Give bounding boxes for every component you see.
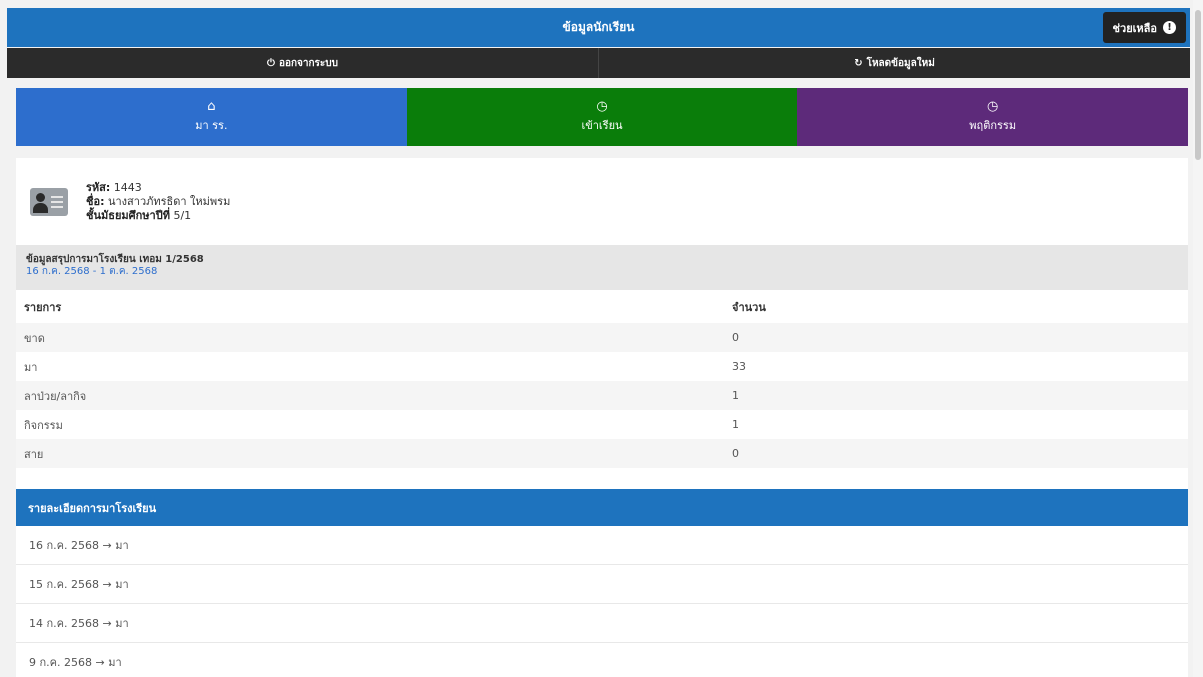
- tab-label: พฤติกรรม: [969, 119, 1017, 132]
- detail-header: รายละเอียดการมาโรงเรียน: [16, 489, 1188, 526]
- help-button[interactable]: ช่วยเหลือ !: [1102, 12, 1186, 43]
- main-tabs: ⌂ มา รร. ◷ เข้าเรียน ◷ พฤติกรรม: [16, 88, 1189, 146]
- row-label: ลาป่วย/ลากิจ: [24, 389, 87, 403]
- list-item: 15 ก.ค. 2568 → มา: [16, 565, 1188, 604]
- summary-title: ข้อมูลสรุปการมาโรงเรียน เทอม 1/2568: [26, 254, 204, 265]
- reload-label: โหลดข้อมูลใหม่: [866, 57, 935, 69]
- page-scrollbar[interactable]: [1193, 0, 1203, 677]
- student-name-label: ชื่อ:: [86, 194, 105, 208]
- reload-button[interactable]: ↻ โหลดข้อมูลใหม่: [599, 48, 1190, 78]
- tab-attendance-school[interactable]: ⌂ มา รร.: [16, 88, 407, 146]
- table-row: ลาป่วย/ลากิจ 1: [16, 381, 1188, 410]
- student-class-label: ชั้นมัธยมศึกษาปีที่: [86, 208, 170, 222]
- list-item: 14 ก.ค. 2568 → มา: [16, 604, 1188, 643]
- student-info: รหัส: 1443 ชื่อ: นางสาวภัทรธิดา ใหม่พรม …: [86, 181, 230, 223]
- list-item: 16 ก.ค. 2568 → มา: [16, 526, 1188, 565]
- table-row: ขาด 0: [16, 323, 1188, 352]
- student-id: 1443: [113, 180, 142, 194]
- table-row: กิจกรรม 1: [16, 410, 1188, 439]
- refresh-icon: ↻: [854, 57, 863, 69]
- id-card-icon: [30, 187, 68, 216]
- student-class: 5/1: [173, 208, 192, 222]
- row-label: มา: [24, 360, 38, 374]
- table-row: มา 33: [16, 352, 1188, 381]
- power-icon: ⏻: [267, 57, 275, 69]
- row-value: 1: [732, 389, 739, 402]
- summary-table: รายการ จำนวน ขาด 0 มา 33 ลาป่วย/ลากิจ 1 …: [16, 290, 1188, 468]
- row-value: 33: [732, 360, 746, 373]
- row-value: 1: [732, 418, 739, 431]
- list-item: 9 ก.ค. 2568 → มา: [16, 643, 1188, 677]
- student-card: รหัส: 1443 ชื่อ: นางสาวภัทรธิดา ใหม่พรม …: [16, 158, 1188, 245]
- tab-behavior[interactable]: ◷ พฤติกรรม: [797, 88, 1189, 146]
- tab-label: มา รร.: [195, 119, 228, 132]
- row-value: 0: [732, 331, 739, 344]
- table-row: สาย 0: [16, 439, 1188, 468]
- tab-class-attendance[interactable]: ◷ เข้าเรียน: [406, 88, 798, 146]
- col-count-header: จำนวน: [732, 300, 766, 314]
- page-title: ข้อมูลนักเรียน: [562, 20, 635, 34]
- student-id-label: รหัส:: [86, 180, 111, 194]
- detail-list: 16 ก.ค. 2568 → มา 15 ก.ค. 2568 → มา 14 ก…: [16, 526, 1188, 677]
- info-circle-icon: !: [1163, 21, 1176, 34]
- row-label: สาย: [24, 447, 44, 461]
- row-label: ขาด: [24, 331, 45, 345]
- student-name: นางสาวภัทรธิดา ใหม่พรม: [107, 194, 231, 208]
- summary-date-range: 16 ก.ค. 2568 - 1 ต.ค. 2568: [26, 266, 158, 277]
- help-label: ช่วยเหลือ: [1112, 21, 1157, 35]
- header-bar: ข้อมูลนักเรียน ช่วยเหลือ !: [7, 8, 1190, 47]
- detail-title: รายละเอียดการมาโรงเรียน: [28, 501, 157, 515]
- clock-icon: ◷: [596, 99, 608, 114]
- row-value: 0: [732, 447, 739, 460]
- summary-header: ข้อมูลสรุปการมาโรงเรียน เทอม 1/2568 16 ก…: [16, 245, 1188, 290]
- scrollbar-thumb[interactable]: [1195, 10, 1201, 160]
- row-label: กิจกรรม: [24, 418, 63, 432]
- action-bar: ⏻ ออกจากระบบ ↻ โหลดข้อมูลใหม่: [7, 48, 1190, 78]
- content-panel: รหัส: 1443 ชื่อ: นางสาวภัทรธิดา ใหม่พรม …: [16, 158, 1188, 677]
- logout-label: ออกจากระบบ: [278, 57, 338, 69]
- home-icon: ⌂: [207, 99, 216, 114]
- logout-button[interactable]: ⏻ ออกจากระบบ: [7, 48, 599, 78]
- clock-icon: ◷: [987, 99, 999, 114]
- table-header-row: รายการ จำนวน: [16, 290, 1188, 323]
- col-item-header: รายการ: [24, 300, 62, 314]
- tab-label: เข้าเรียน: [581, 119, 623, 132]
